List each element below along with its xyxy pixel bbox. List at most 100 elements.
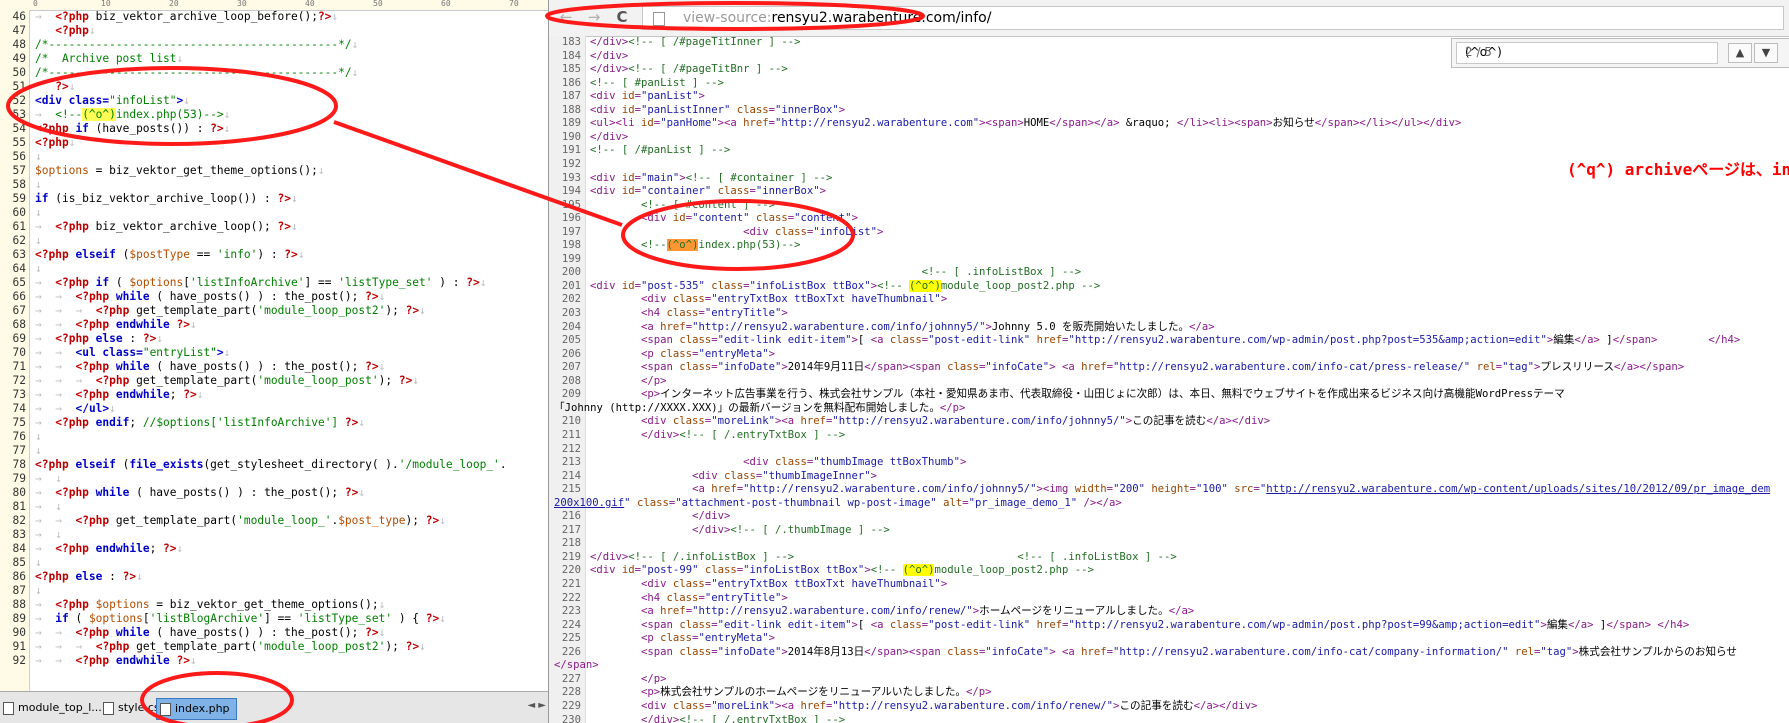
source-line[interactable]: 201 <div id="post-535" class="infoListBox… [549, 279, 1789, 294]
find-input[interactable]: (^o^) 2 / 5 [1456, 42, 1718, 64]
source-line[interactable]: 207 <span class="infoDate">2014年9月11日</s… [549, 361, 1789, 375]
source-line[interactable]: 200x100.gif" class="attachment-post-thum… [549, 497, 1789, 511]
source-line[interactable]: 210 <div class="moreLink"><a href="http:… [549, 415, 1789, 429]
code-line[interactable]: 52 <div class="infoList">↓ [0, 94, 548, 108]
source-line[interactable]: 205 <span class="edit-link edit-item">[ … [549, 334, 1789, 348]
code-line[interactable]: 57 $options = biz_vektor_get_theme_option… [0, 164, 548, 178]
file-tab[interactable]: module_top_l... [0, 698, 108, 718]
code-line[interactable]: 87 ↓ [0, 584, 548, 598]
source-line[interactable]: 209 <p>インターネット広告事業を行う、株式会社サンプル（本社・愛知県あま市… [549, 388, 1789, 402]
code-line[interactable]: 56 ↓ [0, 150, 548, 164]
source-line[interactable]: 218 [549, 537, 1789, 551]
file-tab[interactable]: index.php [156, 698, 237, 720]
code-line[interactable]: 86 <?php else : ?>↓ [0, 570, 548, 584]
code-editor[interactable]: 0 10 20 30 40 50 60 70 46 → <?php biz_vektor_arc… [0, 0, 549, 723]
source-line[interactable]: 200 <!-- [ .infoListBox ] --> [549, 266, 1789, 280]
source-line[interactable]: 188 <div id="panListInner" class="innerBo… [549, 104, 1789, 118]
source-line[interactable]: 196 <div id="content" class="content"> [549, 212, 1789, 226]
source-line[interactable]: 204 <a href="http://rensyu2.warabenture.… [549, 321, 1789, 335]
code-line[interactable]: 81 → ↓ [0, 500, 548, 514]
source-line[interactable]: 219 </div><!-- [ /.infoListBox ] --> <!--… [549, 551, 1789, 565]
back-icon[interactable]: ← [557, 8, 575, 26]
code-line[interactable]: 82 → → <?php get_template_part('module_lo… [0, 514, 548, 528]
source-line[interactable]: 197 <div class="infoList"> [549, 226, 1789, 240]
source-line[interactable]: 217 </div><!-- [ /.thumbImage ] --> [549, 524, 1789, 538]
source-line[interactable]: 208 </p> [549, 375, 1789, 389]
source-line[interactable]: 229 <div class="moreLink"><a href="http:… [549, 700, 1789, 714]
code-line[interactable]: 69 → <?php else : ?>↓ [0, 332, 548, 346]
source-line[interactable]: 222 <h4 class="entryTitle"> [549, 592, 1789, 606]
code-line[interactable]: 78 <?php elseif (file_exists(get_styleshe… [0, 458, 548, 472]
code-line[interactable]: 84 → <?php endwhile; ?>↓ [0, 542, 548, 556]
source-line[interactable]: 220 <div id="post-99" class="infoListBox … [549, 564, 1789, 578]
code-line[interactable]: 67 → → → <?php get_template_part('module_… [0, 304, 548, 318]
code-line[interactable]: 59 if (is_biz_vektor_archive_loop()) : ?>… [0, 192, 548, 206]
code-line[interactable]: 49 /* Archive post list↓ [0, 52, 548, 66]
source-line[interactable]: 216 </div> [549, 510, 1789, 524]
source-line[interactable]: 230 </div><!-- [ /.entryTxtBox ] --> [549, 714, 1789, 723]
tab-scroll-arrows[interactable]: ◄ ► [527, 700, 546, 711]
code-line[interactable]: 70 → → <ul class="entryList">↓ [0, 346, 548, 360]
code-line[interactable]: 64 ↓ [0, 262, 548, 276]
source-line[interactable]: 187 <div id="panList"> [549, 90, 1789, 104]
source-line[interactable]: 「Johnny (http://XXXX.XXX)」の最新バージョンを無料配布開… [549, 402, 1789, 416]
source-line[interactable]: 228 <p>株式会社サンプルのホームページをリニューアルいたしました。</p> [549, 686, 1789, 700]
code-line[interactable]: 79 → ↓ [0, 472, 548, 486]
code-line[interactable]: 61 → <?php biz_vektor_archive_loop(); ?>↓ [0, 220, 548, 234]
code-line[interactable]: 72 → → → <?php get_template_part('module_… [0, 374, 548, 388]
source-line[interactable]: 214 <div class="thumbImageInner"> [549, 470, 1789, 484]
code-line[interactable]: 71 → → <?php while ( have_posts() ) : the… [0, 360, 548, 374]
source-line[interactable]: 194 <div id="container" class="innerBox"> [549, 185, 1789, 199]
address-bar[interactable]: view-source:rensyu2.warabenture.com/info… [642, 6, 1784, 30]
code-line[interactable]: 68 → → <?php endwhile ?>↓ [0, 318, 548, 332]
code-line[interactable]: 46 → <?php biz_vektor_archive_loop_before… [0, 10, 548, 24]
code-line[interactable]: 76 ↓ [0, 430, 548, 444]
source-line[interactable]: 215 <a href="http://rensyu2.warabenture.… [549, 483, 1789, 497]
source-line[interactable]: 211 </div><!-- [ /.entryTxtBox ] --> [549, 429, 1789, 443]
code-line[interactable]: 83 → ↓ [0, 528, 548, 542]
source-line[interactable]: 203 <h4 class="entryTitle"> [549, 307, 1789, 321]
source-line[interactable]: 199 [549, 253, 1789, 267]
reload-icon[interactable]: C [613, 8, 631, 26]
source-line[interactable]: 223 <a href="http://rensyu2.warabenture.… [549, 605, 1789, 619]
source-line[interactable]: </span> [549, 659, 1789, 673]
source-line[interactable]: 213 <div class="thumbImage ttBoxThumb"> [549, 456, 1789, 470]
source-line[interactable]: 206 <p class="entryMeta"> [549, 348, 1789, 362]
code-line[interactable]: 80 → <?php while ( have_posts() ) : the_p… [0, 486, 548, 500]
source-line[interactable]: 190 </div> [549, 131, 1789, 145]
code-line[interactable]: 54 <?php if (have_posts()) : ?>↓ [0, 122, 548, 136]
code-line[interactable]: 88 → <?php $options = biz_vektor_get_them… [0, 598, 548, 612]
code-line[interactable]: 51 ?>↓ [0, 80, 548, 94]
code-line[interactable]: 92 → → <?php endwhile ?>↓ [0, 654, 548, 668]
source-line[interactable]: 198 <!--(^o^)index.php(53)--> [549, 239, 1789, 253]
source-line[interactable]: 221 <div class="entryTxtBox ttBoxTxt hav… [549, 578, 1789, 592]
code-line[interactable]: 90 → → <?php while ( have_posts() ) : the… [0, 626, 548, 640]
source-line[interactable]: 186 <!-- [ #panList ] --> [549, 77, 1789, 91]
code-line[interactable]: 58 ↓ [0, 178, 548, 192]
find-previous-button[interactable]: ▲ [1728, 43, 1752, 63]
code-line[interactable]: 77 ↓ [0, 444, 548, 458]
find-next-button[interactable]: ▼ [1754, 43, 1778, 63]
code-line[interactable]: 62 ↓ [0, 234, 548, 248]
source-line[interactable]: 227 </p> [549, 673, 1789, 687]
code-line[interactable]: 53 → <!--(^o^)index.php(53)-->↓ [0, 108, 548, 122]
code-line[interactable]: 91 → → → <?php get_template_part('module_… [0, 640, 548, 654]
code-line[interactable]: 85 ↓ [0, 556, 548, 570]
source-line[interactable]: 226 <span class="infoDate">2014年8月13日</s… [549, 646, 1789, 660]
source-line[interactable]: 212 [549, 443, 1789, 457]
source-line[interactable]: 202 <div class="entryTxtBox ttBoxTxt hav… [549, 293, 1789, 307]
code-line[interactable]: 48 /*------------------------------------… [0, 38, 548, 52]
code-line[interactable]: 60 ↓ [0, 206, 548, 220]
forward-icon[interactable]: → [585, 8, 603, 26]
code-line[interactable]: 73 → → <?php endwhile; ?>↓ [0, 388, 548, 402]
source-line[interactable]: 189 <ul><li id="panHome"><a href="http://… [549, 117, 1789, 131]
code-line[interactable]: 89 → if ( $options['listBlogArchive'] == … [0, 612, 548, 626]
source-line[interactable]: 195 <!-- [ #content ] --> [549, 199, 1789, 213]
code-line[interactable]: 75 → <?php endif; //$options['listInfoArc… [0, 416, 548, 430]
code-line[interactable]: 47 <?php↓ [0, 24, 548, 38]
code-line[interactable]: 74 → → </ul>↓ [0, 402, 548, 416]
code-line[interactable]: 66 → → <?php while ( have_posts() ) : the… [0, 290, 548, 304]
source-line[interactable]: 225 <p class="entryMeta"> [549, 632, 1789, 646]
code-line[interactable]: 55 <?php↓ [0, 136, 548, 150]
source-line[interactable]: 224 <span class="edit-link edit-item">[ … [549, 619, 1789, 633]
